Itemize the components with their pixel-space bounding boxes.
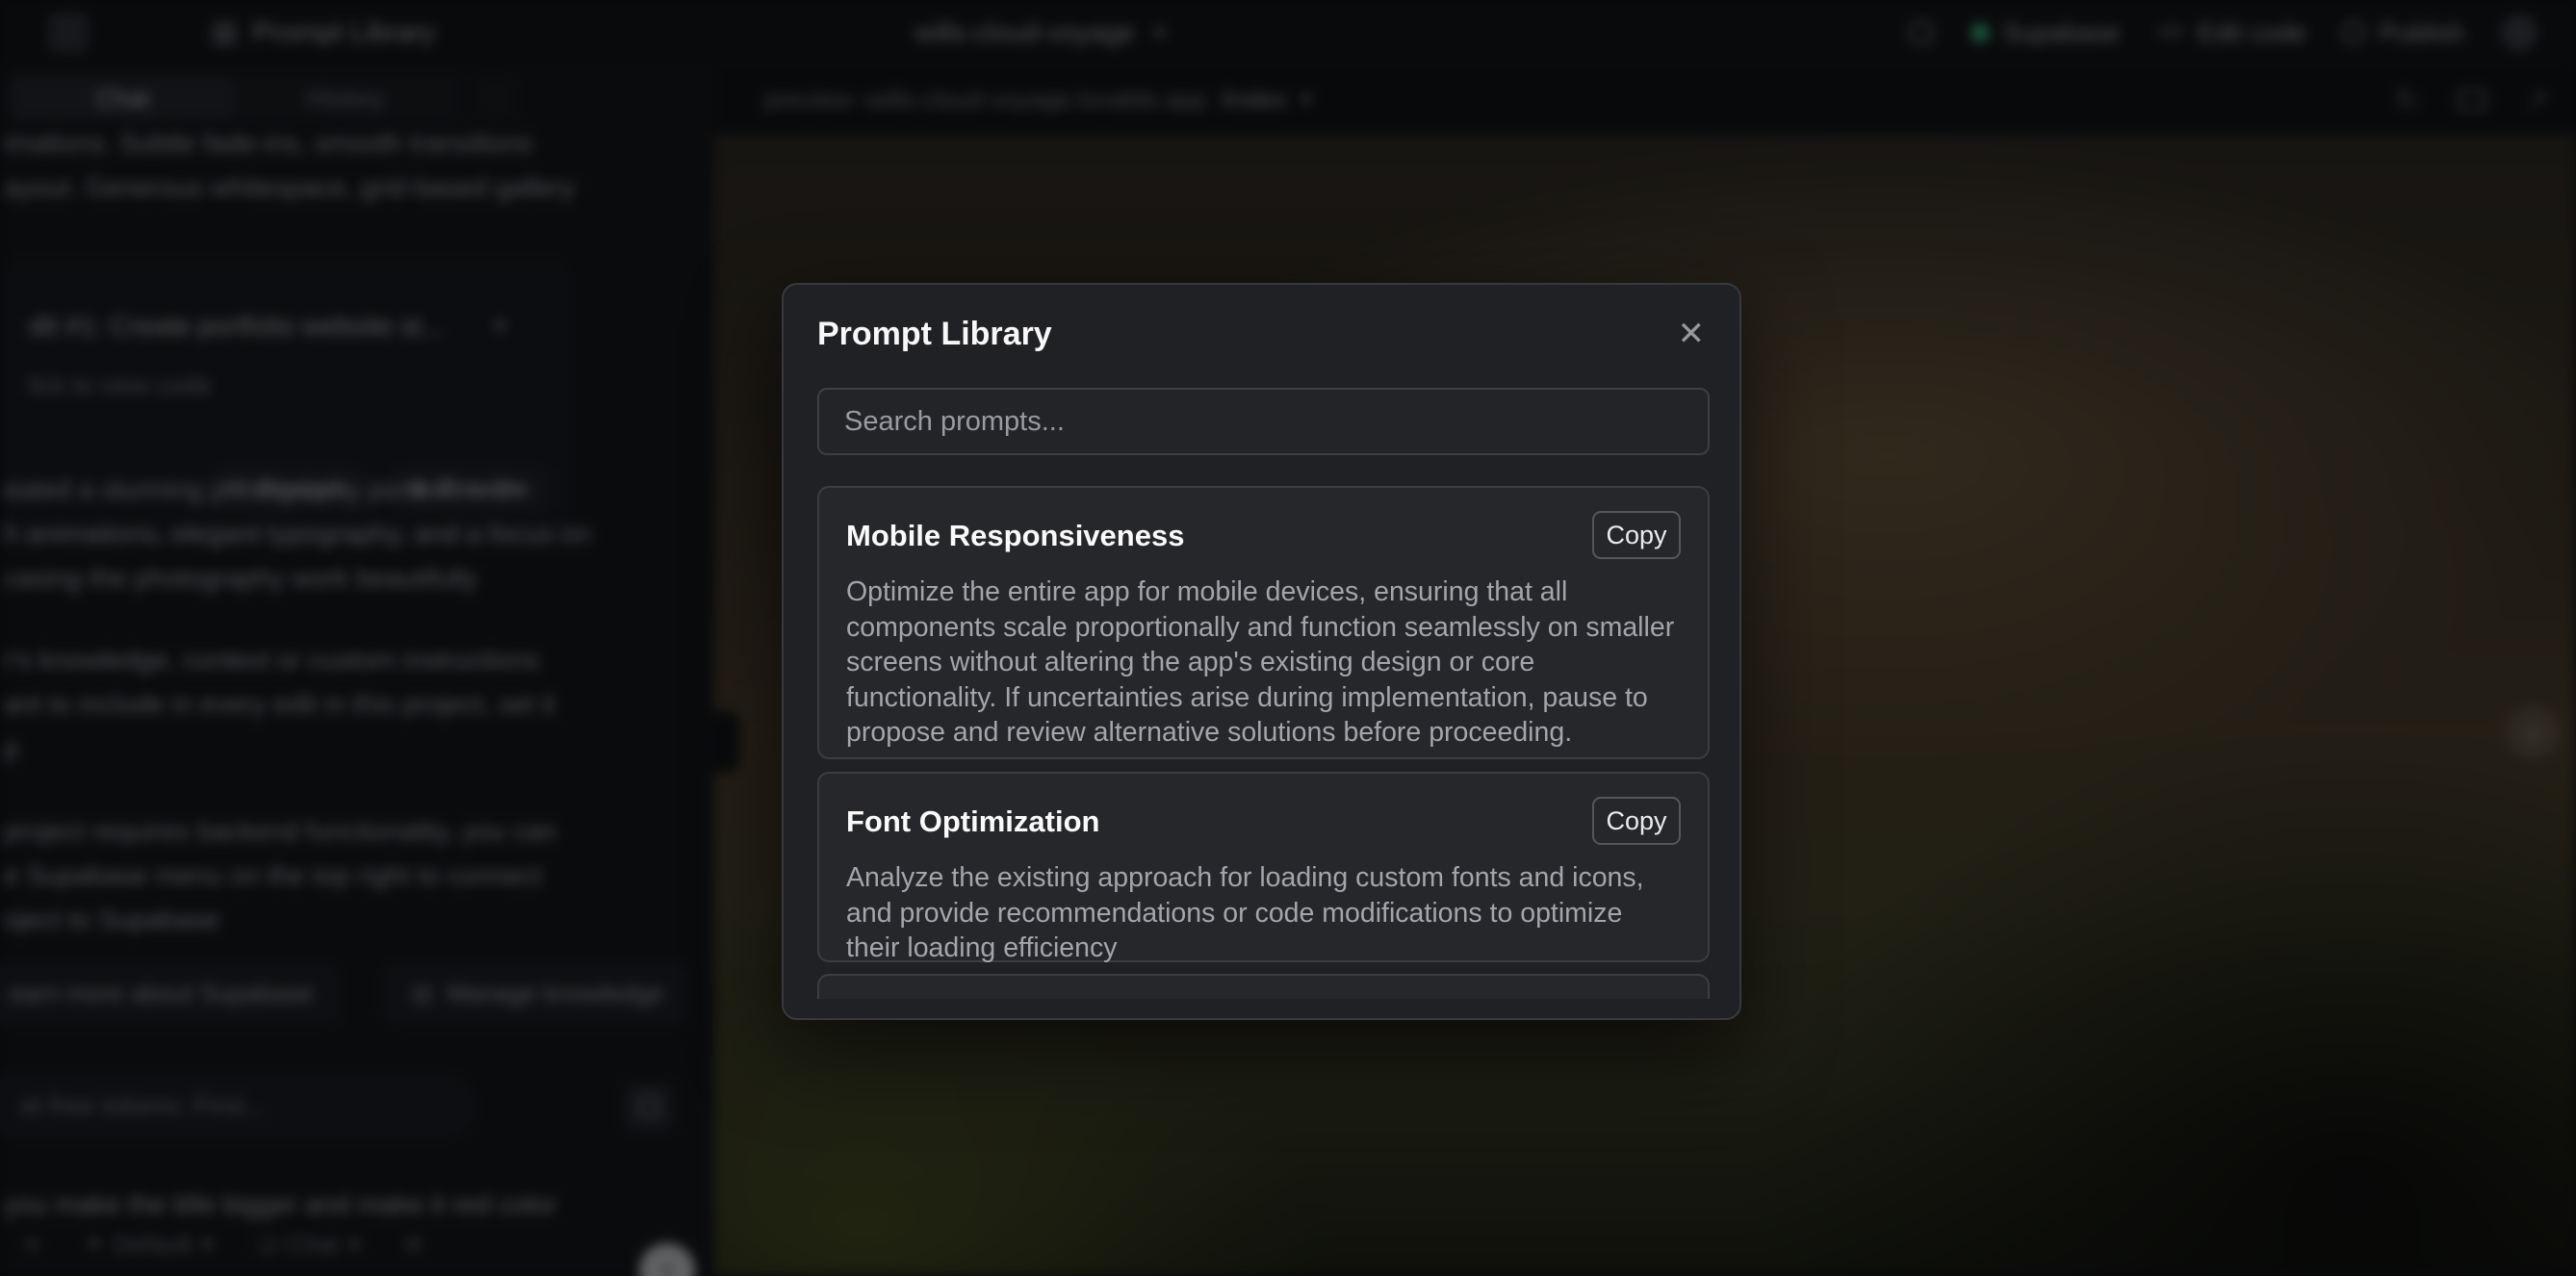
prompt-card[interactable]: Mobile Responsiveness Copy Optimize the …: [817, 486, 1710, 759]
prompt-description: Analyze the existing approach for loadin…: [846, 860, 1681, 966]
prompt-card[interactable]: Font Optimization Copy Analyze the exist…: [817, 772, 1710, 962]
prompt-library-modal: Prompt Library ✕ Mobile Responsiveness C…: [782, 283, 1741, 1020]
prompt-search-input[interactable]: [817, 388, 1710, 455]
prompt-description: Optimize the entire app for mobile devic…: [846, 574, 1681, 751]
prompt-card-header: Mobile Responsiveness Copy: [846, 511, 1681, 559]
prompt-title: Mobile Responsiveness: [846, 511, 1184, 553]
app-root: Prompt Library wills-cloud-voyage ▾ Supa…: [0, 0, 2576, 1276]
close-icon[interactable]: ✕: [1678, 318, 1706, 350]
prompt-card-partial[interactable]: [817, 974, 1710, 999]
copy-button[interactable]: Copy: [1592, 797, 1681, 845]
prompt-title: Font Optimization: [846, 797, 1099, 839]
prompt-card-header: Font Optimization Copy: [846, 797, 1681, 845]
modal-title: Prompt Library: [817, 316, 1052, 353]
copy-button[interactable]: Copy: [1592, 511, 1681, 559]
